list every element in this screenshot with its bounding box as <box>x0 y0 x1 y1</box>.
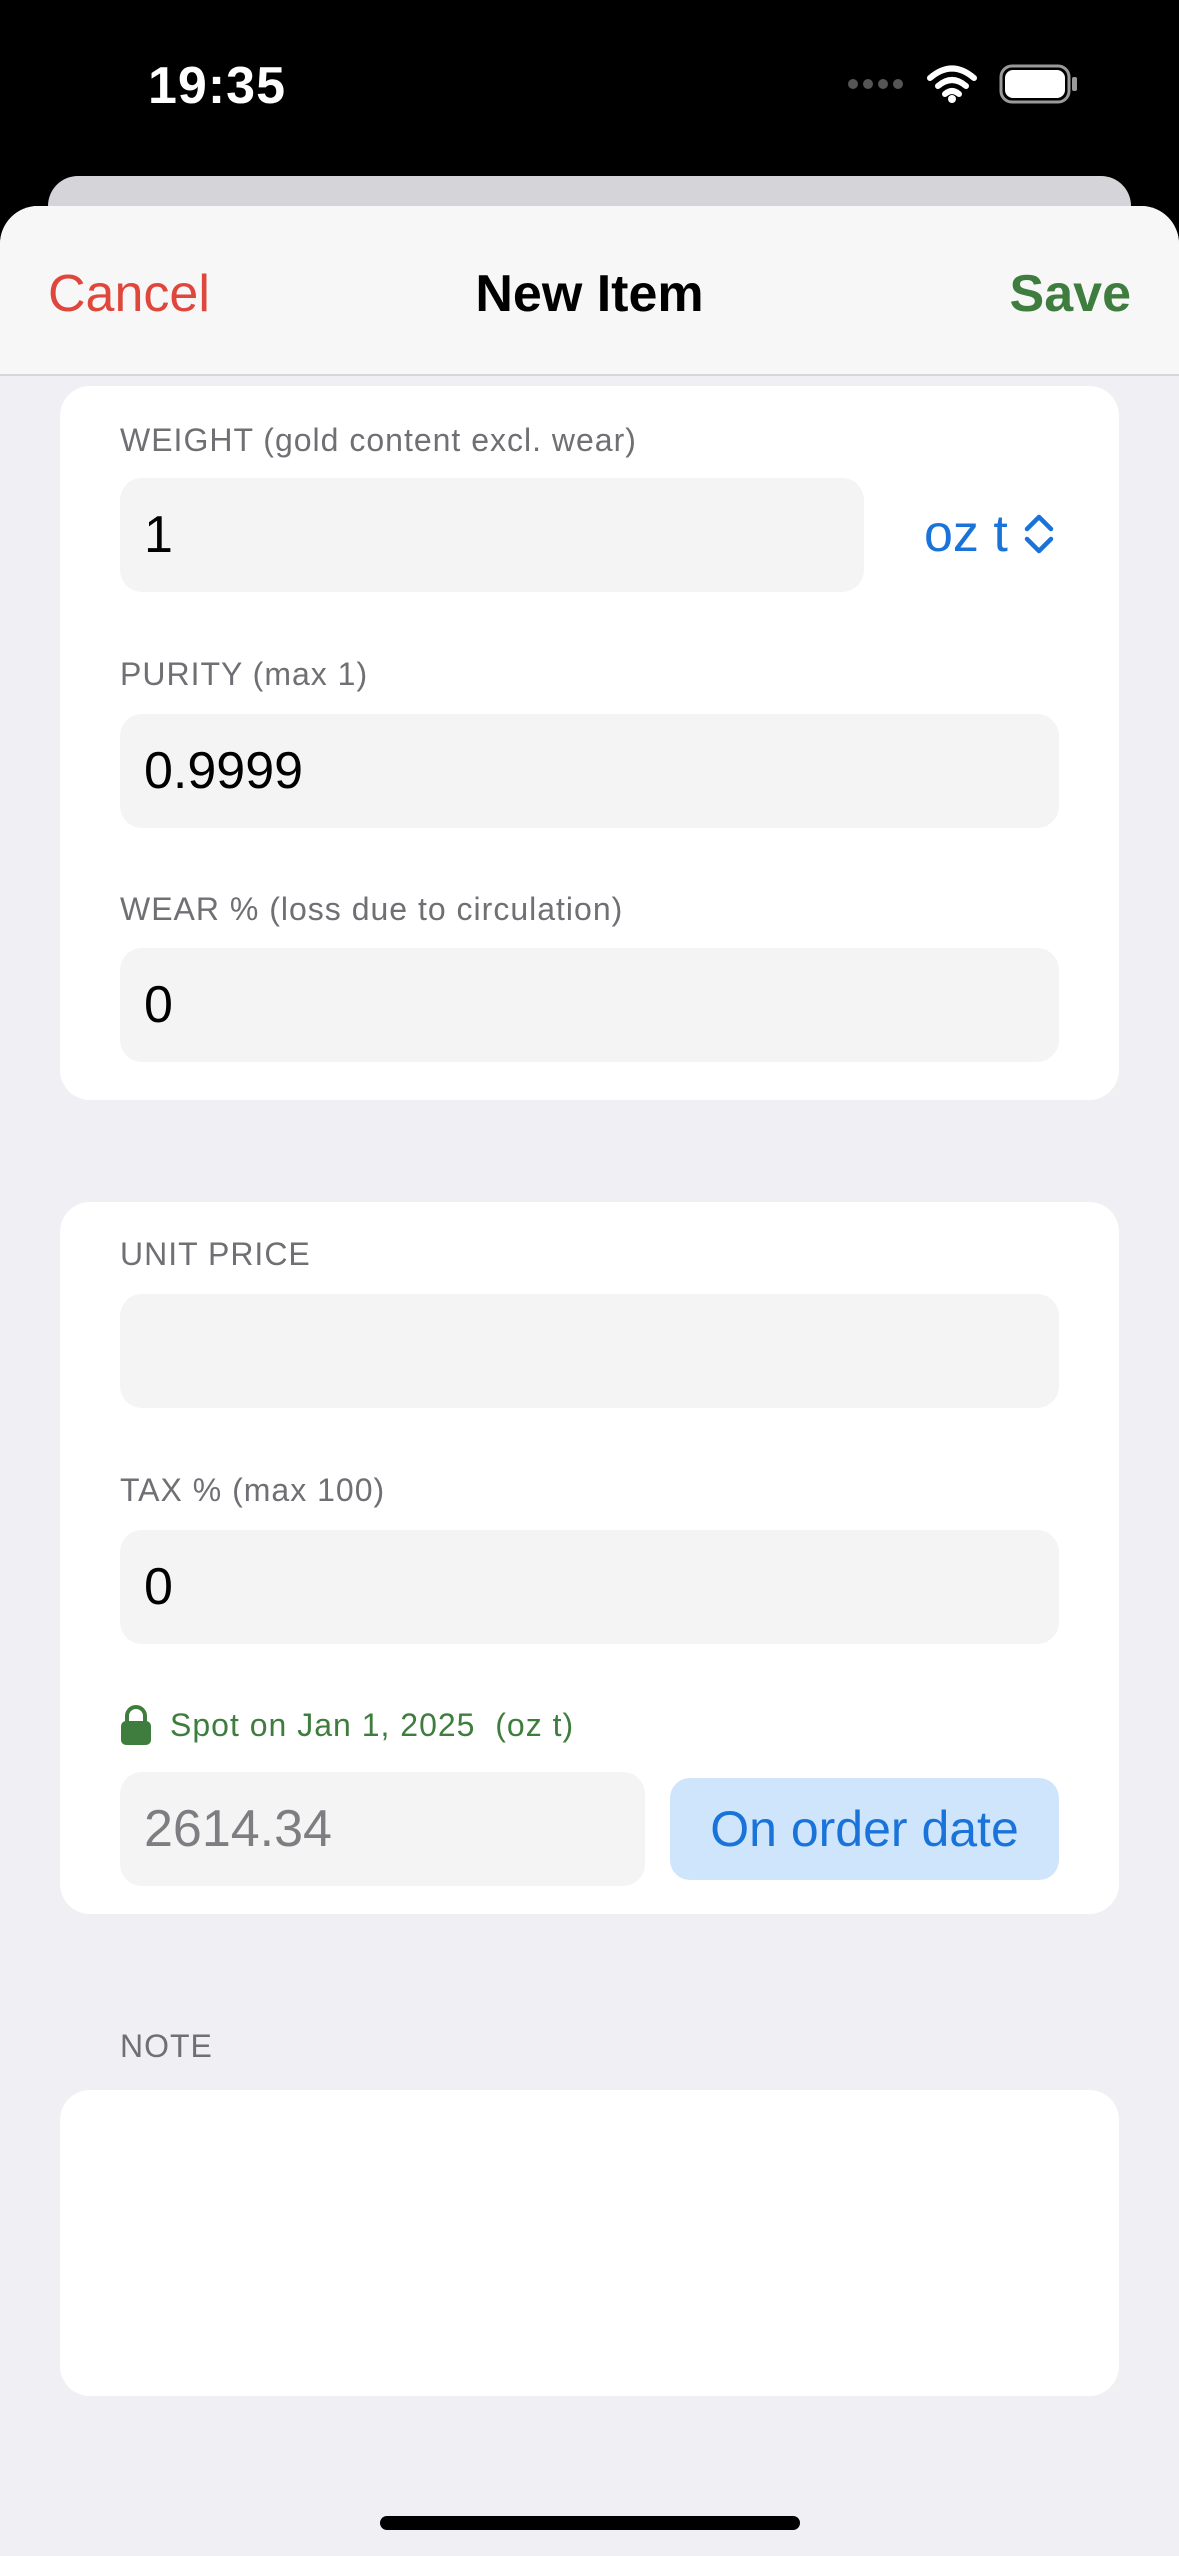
save-button[interactable]: Save <box>1010 264 1131 324</box>
navigation-bar: Cancel New Item Save <box>0 206 1179 376</box>
weight-unit-picker[interactable]: oz t <box>924 504 1056 564</box>
weight-unit-label: oz t <box>924 505 1008 563</box>
wifi-icon <box>927 65 977 103</box>
tax-input[interactable] <box>120 1530 1059 1644</box>
unit-price-input[interactable] <box>120 1294 1059 1408</box>
note-label: NOTE <box>120 2028 213 2064</box>
purity-label: PURITY (max 1) <box>120 656 369 692</box>
on-order-date-button[interactable]: On order date <box>670 1778 1059 1880</box>
unit-price-label: UNIT PRICE <box>120 1236 311 1272</box>
signal-dots-icon <box>848 79 903 89</box>
new-item-sheet: Cancel New Item Save WEIGHT (gold conten… <box>0 206 1179 2556</box>
wear-label: WEAR % (loss due to circulation) <box>120 891 624 927</box>
status-icons <box>847 64 1079 104</box>
chevron-up-down-icon <box>1024 514 1054 554</box>
weight-label: WEIGHT (gold content excl. wear) <box>120 422 637 458</box>
wear-input[interactable] <box>120 948 1059 1062</box>
status-bar: 19:35 <box>0 0 1179 180</box>
purity-input[interactable] <box>120 714 1059 828</box>
weight-input[interactable] <box>120 478 864 592</box>
lock-icon <box>121 1705 151 1745</box>
spot-label: Spot on Jan 1, 2025 (oz t) <box>120 1704 574 1746</box>
tax-label: TAX % (max 100) <box>120 1472 386 1508</box>
page-title: New Item <box>475 265 704 323</box>
battery-icon <box>999 64 1077 104</box>
note-textarea[interactable] <box>60 2090 1119 2396</box>
home-indicator[interactable] <box>380 2516 800 2530</box>
status-time: 19:35 <box>148 57 286 115</box>
spot-price-field <box>120 1772 645 1886</box>
spot-label-text: Spot on Jan 1, 2025 (oz t) <box>170 1706 575 1743</box>
